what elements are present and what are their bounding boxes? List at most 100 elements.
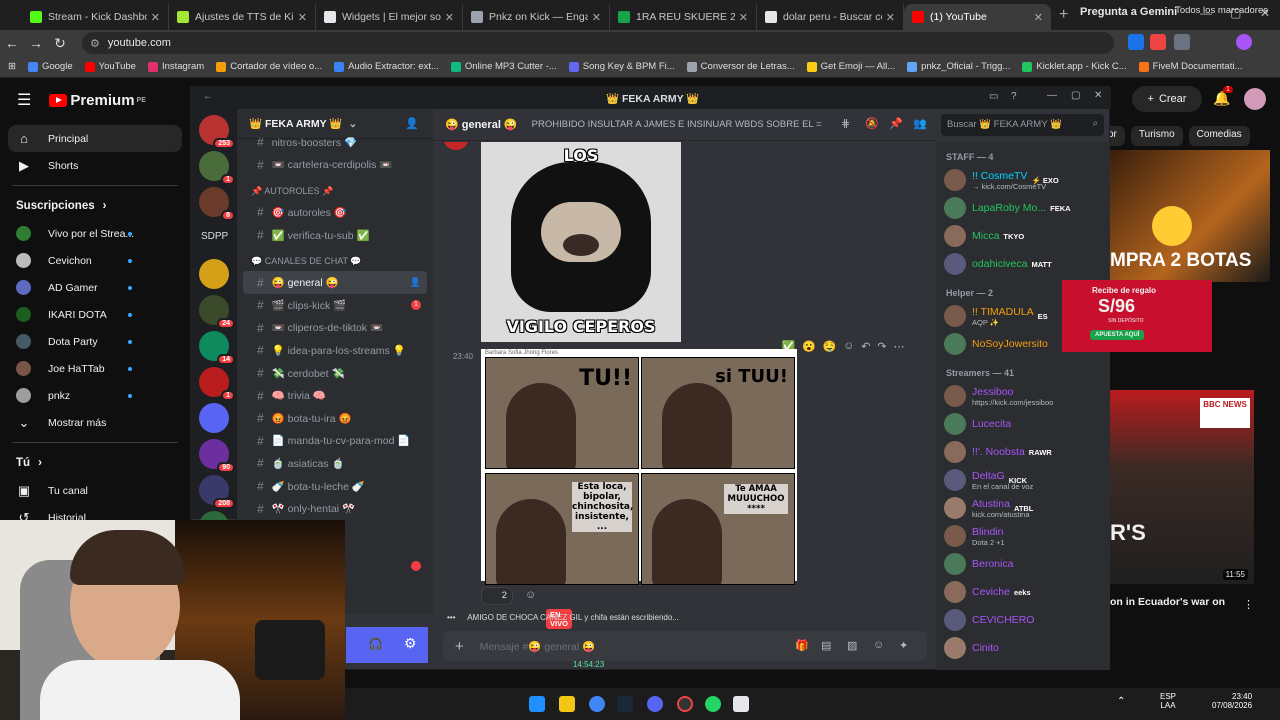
member-list-icon[interactable]: 👥 bbox=[913, 117, 927, 130]
settings-gear-icon[interactable]: ⚙ bbox=[404, 635, 417, 652]
back-icon[interactable]: ← bbox=[203, 91, 213, 102]
sticker-icon[interactable]: ▨ bbox=[847, 639, 857, 652]
sidebar-item-subscription[interactable]: Dota Party bbox=[0, 328, 190, 355]
windows-start-icon[interactable] bbox=[529, 696, 545, 712]
apps-grid-icon[interactable]: ⊞ bbox=[8, 61, 16, 72]
channel-item[interactable]: # 🧠 trivia 🧠 bbox=[243, 384, 427, 407]
browser-tab[interactable]: Stream - Kick Dashboard ✕ bbox=[22, 4, 169, 30]
url-input[interactable]: ⚙ youtube.com bbox=[82, 32, 1114, 54]
show-more-button[interactable]: ⌄ Mostrar más bbox=[0, 409, 190, 436]
add-reaction-icon[interactable]: ☺ bbox=[525, 589, 536, 601]
sidebar-item-subscription[interactable]: Cevichon bbox=[0, 247, 190, 274]
close-tab-icon[interactable]: ✕ bbox=[592, 11, 601, 24]
help-icon[interactable]: ? bbox=[1011, 91, 1017, 102]
member-item[interactable]: DeltaG KICK En el canal de voz bbox=[936, 466, 1110, 494]
more-options-icon[interactable]: ⋯ bbox=[893, 340, 904, 353]
member-item[interactable]: Beronica bbox=[936, 550, 1110, 578]
server-icon[interactable]: 1 bbox=[199, 151, 235, 185]
video-thumbnail[interactable]: BBC NEWS R'S 11:55 bbox=[1110, 390, 1254, 584]
create-button[interactable]: + Crear bbox=[1132, 86, 1202, 112]
bookmark-item[interactable]: Get Emoji — All... bbox=[806, 61, 895, 72]
search-input[interactable]: Buscar 👑 FEKA ARMY 👑 ⌕ bbox=[941, 114, 1104, 136]
extensions-icon[interactable] bbox=[1174, 34, 1190, 50]
browser-tab[interactable]: dolar peru - Buscar con G ✕ bbox=[757, 4, 904, 30]
message-image[interactable]: Barbara Sofia Jhong Flores TU!! si TUU! … bbox=[481, 349, 797, 585]
server-icon[interactable]: 253 bbox=[199, 115, 235, 149]
browser-tab[interactable]: 1RA REU SKUERE 2026 - H ✕ bbox=[610, 4, 757, 30]
reaction-icon[interactable]: 😮 bbox=[802, 340, 816, 353]
attach-plus-icon[interactable]: + bbox=[455, 638, 464, 655]
sidebar-item-subscription[interactable]: Vivo por el Strea... bbox=[0, 220, 190, 247]
add-reaction-icon[interactable]: ☺ bbox=[843, 340, 854, 352]
browser-tab[interactable]: Ajustes de TTS de KickBot ✕ bbox=[169, 4, 316, 30]
chevron-up-icon[interactable]: ⌃ bbox=[1117, 696, 1125, 707]
video-thumbnail[interactable]: MPRA 2 BOTAS bbox=[1110, 150, 1270, 282]
bookmark-item[interactable]: YouTube bbox=[84, 61, 136, 72]
site-info-icon[interactable]: ⚙ bbox=[90, 37, 100, 50]
bookmark-item[interactable]: pnkz_Oficial - Trigg... bbox=[907, 61, 1010, 72]
discord-icon[interactable] bbox=[647, 696, 663, 712]
you-header[interactable]: Tú › bbox=[0, 449, 190, 477]
whatsapp-icon[interactable] bbox=[705, 696, 721, 712]
pin-icon[interactable]: 📌 bbox=[889, 117, 903, 130]
channel-item[interactable]: # 💸 cerdobet 💸 bbox=[243, 362, 427, 385]
member-item[interactable]: LapaRoby Mo... FEKA bbox=[936, 194, 1110, 222]
server-icon[interactable]: 90 bbox=[199, 439, 235, 473]
language-indicator[interactable]: ESP LAA bbox=[1160, 692, 1176, 710]
message-image[interactable]: LOS VIGILO CEPEROS bbox=[481, 142, 681, 342]
minimize-icon[interactable]: — bbox=[1047, 90, 1057, 101]
member-item[interactable]: Atustina ATBL kick.com/atustina bbox=[936, 494, 1110, 522]
bookmark-item[interactable]: Google bbox=[27, 61, 73, 72]
server-icon[interactable] bbox=[199, 259, 229, 289]
chrome-icon[interactable] bbox=[589, 696, 605, 712]
bookmark-item[interactable]: Kicklet.app - Kick C... bbox=[1022, 61, 1127, 72]
channel-item[interactable]: # 💡 idea-para-los-streams 💡 bbox=[243, 339, 427, 362]
bookmark-item[interactable]: Audio Extractor: ext... bbox=[334, 61, 439, 72]
sidebar-item-subscription[interactable]: AD Gamer bbox=[0, 274, 190, 301]
reaction-icon[interactable]: 🤤 bbox=[823, 340, 837, 353]
menu-icon[interactable]: ☰ bbox=[17, 90, 31, 110]
close-icon[interactable]: ✕ bbox=[1094, 90, 1102, 101]
video-title[interactable]: on in Ecuador's war on bbox=[1110, 596, 1225, 608]
server-icon[interactable] bbox=[199, 403, 229, 433]
member-item[interactable]: odahiciveca MATT bbox=[936, 250, 1110, 278]
member-item[interactable]: Lucecita bbox=[936, 410, 1110, 438]
channel-item[interactable]: # 🍼 bota-tu-leche 🍼 bbox=[243, 475, 427, 498]
ad-banner[interactable]: Recibe de regalo S/96 SIN DEPÓSITO APUES… bbox=[1062, 280, 1212, 352]
server-icon[interactable]: SDPP bbox=[199, 223, 229, 253]
chip[interactable]: Turismo bbox=[1130, 126, 1183, 146]
sidebar-item-shorts[interactable]: ▶ Shorts bbox=[0, 152, 190, 179]
inbox-icon[interactable]: ▭ bbox=[989, 91, 998, 102]
extension-icon[interactable] bbox=[1128, 34, 1144, 50]
channel-item[interactable]: # 🎯 autoroles 🎯 bbox=[243, 201, 427, 224]
channel-item[interactable]: # 🎬 clips-kick 🎬 1 bbox=[243, 294, 427, 317]
close-tab-icon[interactable]: ✕ bbox=[1034, 11, 1043, 24]
reaction-chip[interactable]: 2 bbox=[481, 587, 513, 605]
channel-topic[interactable]: PROHIBIDO INSULTAR A JAMES E INSINUAR WB… bbox=[532, 119, 822, 130]
add-user-icon[interactable]: 👤 bbox=[405, 117, 419, 130]
threads-icon[interactable]: ⋕ bbox=[841, 117, 850, 130]
member-item[interactable]: Micca TKYO bbox=[936, 222, 1110, 250]
bookmark-item[interactable]: Conversor de Letras... bbox=[686, 61, 795, 72]
headphones-icon[interactable]: 🎧 bbox=[368, 637, 383, 651]
category-autoroles[interactable]: 📌 AUTOROLES 📌 bbox=[237, 176, 433, 201]
member-item[interactable]: Jessiboo https://kick.com/jessiboo bbox=[936, 382, 1110, 410]
all-bookmarks[interactable]: Todos los marcadores bbox=[1175, 5, 1268, 16]
mute-icon[interactable]: 🔕 bbox=[865, 117, 879, 130]
bookmark-item[interactable]: Online MP3 Cutter -... bbox=[450, 61, 557, 72]
sidebar-item-subscription[interactable]: IKARI DOTA bbox=[0, 301, 190, 328]
sidebar-item-your-channel[interactable]: ▣ Tu canal bbox=[0, 477, 190, 504]
file-explorer-icon[interactable] bbox=[559, 696, 575, 712]
server-icon[interactable]: 14 bbox=[199, 331, 235, 365]
more-options-icon[interactable]: ⋮ bbox=[1243, 598, 1254, 611]
browser-tab[interactable]: Pnkz on Kick — Engageme ✕ bbox=[463, 4, 610, 30]
close-tab-icon[interactable]: ✕ bbox=[886, 11, 895, 24]
profile-avatar[interactable] bbox=[1236, 34, 1252, 50]
chip[interactable]: Comedias bbox=[1188, 126, 1250, 146]
extension-icon[interactable] bbox=[1150, 34, 1166, 50]
close-tab-icon[interactable]: ✕ bbox=[151, 11, 160, 24]
reload-icon[interactable]: ↻ bbox=[48, 35, 72, 52]
app-icon[interactable] bbox=[733, 696, 749, 712]
member-item[interactable]: !!'. Noobsta RAWR bbox=[936, 438, 1110, 466]
taskbar-clock[interactable]: 23:40 07/08/2026 bbox=[1212, 692, 1252, 710]
